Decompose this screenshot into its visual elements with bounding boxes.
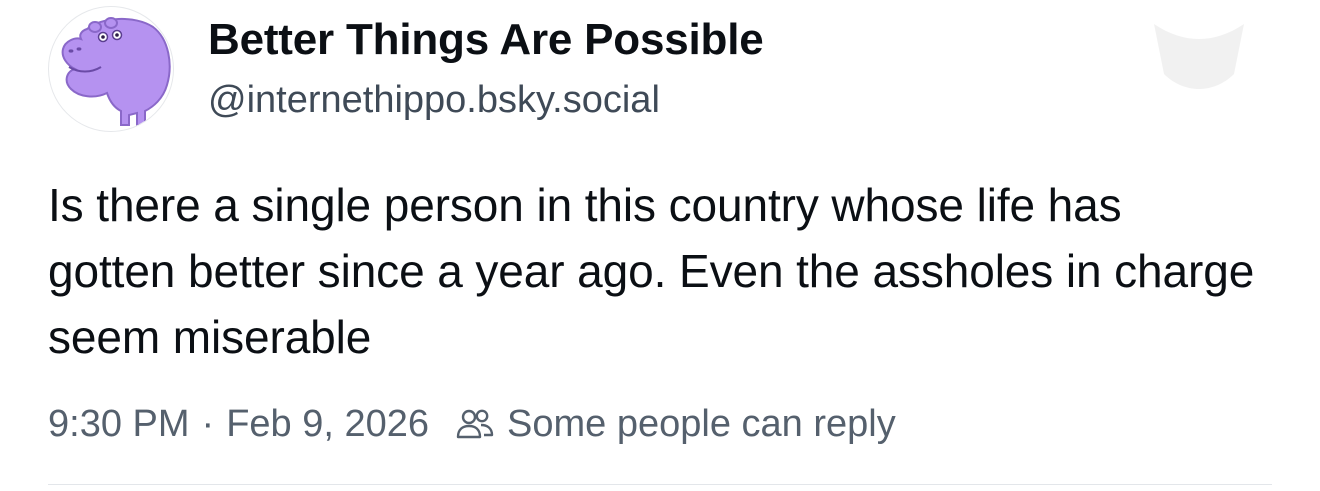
- people-icon: [456, 409, 494, 439]
- post-time[interactable]: 9:30 PM: [48, 398, 190, 450]
- divider: [48, 484, 1272, 485]
- meta-separator: ·: [201, 403, 215, 445]
- author-handle[interactable]: @internethippo.bsky.social: [208, 74, 764, 126]
- post-text: Is there a single person in this country…: [48, 179, 1255, 363]
- reply-setting[interactable]: Some people can reply: [507, 398, 896, 450]
- author-names: Better Things Are Possible @internethipp…: [208, 14, 764, 126]
- hippo-avatar-icon: [61, 17, 171, 126]
- avatar[interactable]: [48, 6, 174, 132]
- author-display-name[interactable]: Better Things Are Possible: [208, 14, 764, 66]
- post-date[interactable]: Feb 9, 2026: [226, 398, 429, 450]
- post-header: Better Things Are Possible @internethipp…: [48, 6, 764, 132]
- post-meta: 9:30 PM · Feb 9, 2026 Some people can re…: [48, 398, 896, 450]
- post-card: Better Things Are Possible @internethipp…: [0, 0, 1320, 491]
- watermark-icon: [1154, 24, 1244, 89]
